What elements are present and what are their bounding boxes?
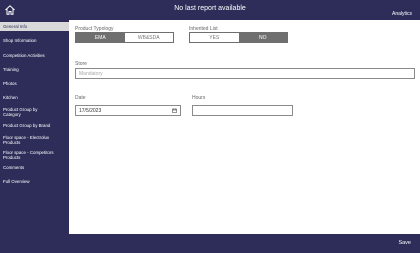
sidebar-item-training[interactable]: Training bbox=[0, 67, 69, 72]
date-value: 17/5/2023 bbox=[79, 107, 102, 114]
product-typology-toggle: EMA WB&SDA bbox=[75, 32, 174, 43]
brand-label: Analytics bbox=[391, 11, 412, 17]
top-bar: No last report available Analytics bbox=[0, 0, 420, 20]
sidebar-item-kitchen[interactable]: Kitchen bbox=[0, 95, 69, 100]
store-placeholder: Mandatory bbox=[79, 70, 103, 77]
sidebar: General Info Shop Information Competitio… bbox=[0, 20, 69, 253]
date-label: Date bbox=[75, 95, 86, 101]
footer-bar: Save bbox=[69, 234, 420, 253]
page-title: No last report available bbox=[174, 5, 246, 12]
sidebar-item-photos[interactable]: Photos bbox=[0, 81, 69, 86]
hours-input[interactable] bbox=[192, 105, 293, 116]
sidebar-item-floor-space-electrolux-line2[interactable]: Products bbox=[0, 140, 69, 145]
date-input[interactable]: 17/5/2023 bbox=[75, 105, 181, 116]
calendar-icon[interactable] bbox=[172, 108, 177, 113]
inherited-list-option-no[interactable]: NO bbox=[238, 33, 287, 42]
inherited-list-toggle: YES NO bbox=[189, 32, 288, 43]
sidebar-item-full-overview[interactable]: Full Overview bbox=[0, 179, 69, 184]
sidebar-item-shop-information[interactable]: Shop Information bbox=[0, 38, 69, 43]
sidebar-item-product-group-brand[interactable]: Product Group by Brand bbox=[0, 123, 69, 128]
sidebar-item-general-info[interactable]: General Info bbox=[0, 22, 69, 31]
sidebar-item-floor-space-competitors-line2[interactable]: Products bbox=[0, 155, 69, 160]
product-typology-option-ema[interactable]: EMA bbox=[76, 33, 125, 42]
sidebar-item-product-group-category-line2[interactable]: Category bbox=[0, 112, 69, 117]
store-label: Store bbox=[75, 61, 87, 67]
save-button[interactable]: Save bbox=[398, 240, 411, 246]
inherited-list-option-yes[interactable]: YES bbox=[190, 33, 239, 42]
hours-label: Hours bbox=[192, 95, 206, 101]
product-typology-option-wbsda[interactable]: WB&SDA bbox=[124, 33, 173, 42]
sidebar-item-competition-activities[interactable]: Competition Activities bbox=[0, 53, 69, 58]
store-input[interactable]: Mandatory bbox=[75, 68, 415, 79]
sidebar-item-comments[interactable]: Comments bbox=[0, 165, 69, 170]
